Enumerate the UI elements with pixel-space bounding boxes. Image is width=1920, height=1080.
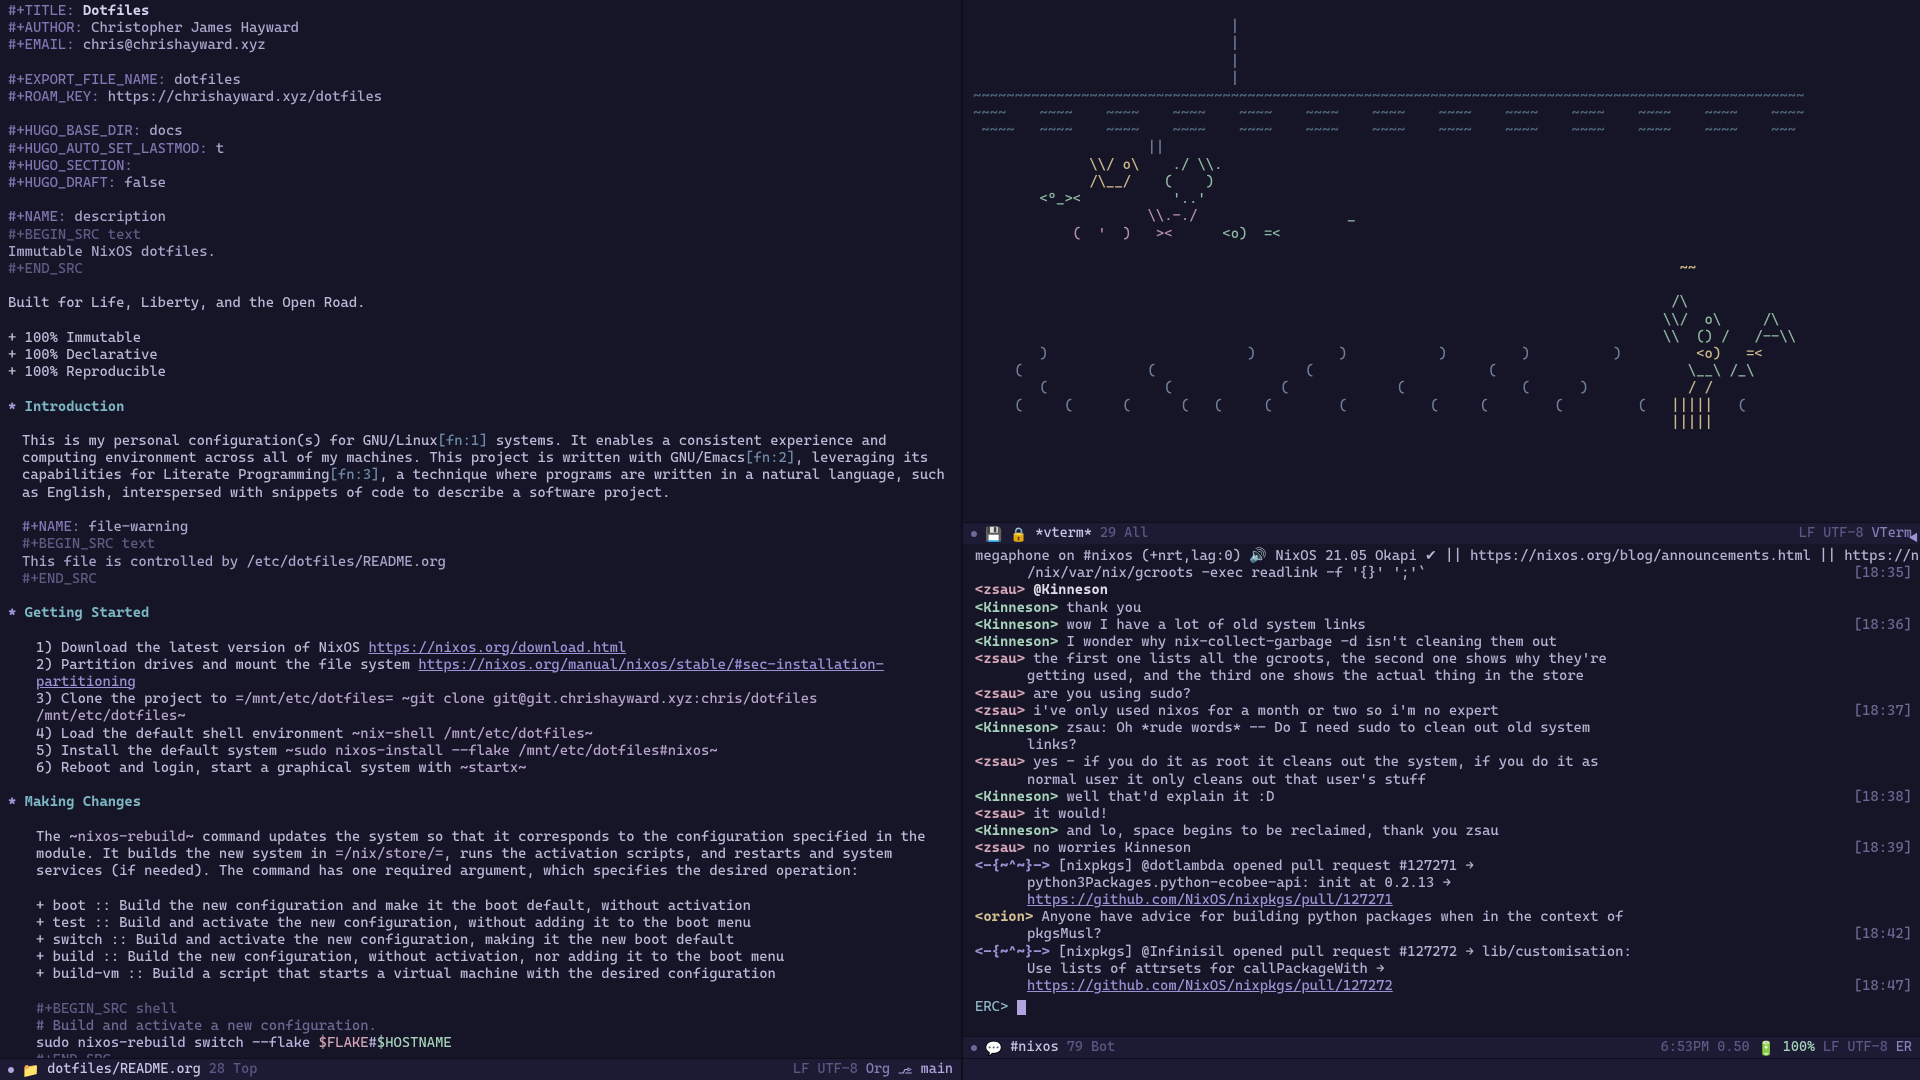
org-title: Dotfiles bbox=[83, 3, 150, 19]
org-keyword: #+TITLE: bbox=[8, 3, 75, 19]
irc-nick: <zsau> bbox=[975, 754, 1025, 770]
irc-pane[interactable]: megaphone on #nixos (+nrt,lag:0) 🔊 NixOS… bbox=[963, 544, 1920, 1036]
irc-nick: <zsau> bbox=[975, 651, 1025, 667]
irc-nick: <Kinneson> bbox=[975, 789, 1058, 805]
terminal-pane[interactable]: | | | | ~~~~~~~~~~~~~~~~~~~~~~~~~~~~~~~~… bbox=[963, 0, 1920, 522]
irc-nick: <zsau> bbox=[975, 840, 1025, 856]
editor-pane-org[interactable]: #+TITLE: Dotfiles #+AUTHOR: Christopher … bbox=[0, 0, 963, 1058]
buffer-status-icon bbox=[971, 1045, 977, 1051]
irc-nick: <Kinneson> bbox=[975, 823, 1058, 839]
irc-nick: <-{~^~}-> bbox=[975, 858, 1050, 874]
irc-prompt: ERC> bbox=[975, 999, 1017, 1015]
chat-icon: 💬 bbox=[985, 1039, 1002, 1056]
link-nixos-download[interactable]: https://nixos.org/download.html bbox=[369, 640, 627, 656]
cursor-icon[interactable] bbox=[1017, 1000, 1026, 1015]
save-icon: 💾 bbox=[985, 525, 1002, 542]
irc-nick: <Kinneson> bbox=[975, 617, 1058, 633]
heading-getting-started: Getting Started bbox=[25, 605, 150, 621]
irc-nick: <orion> bbox=[975, 909, 1033, 925]
irc-nick: <zsau> bbox=[975, 703, 1025, 719]
irc-nick: <Kinneson> bbox=[975, 720, 1058, 736]
modeline-vterm: 💾 🔒 *vterm* 29 All LF UTF-8 VTerm bbox=[963, 522, 1920, 544]
irc-nick: <Kinneson> bbox=[975, 634, 1058, 650]
folder-icon: 📁 bbox=[22, 1061, 39, 1078]
irc-link[interactable]: https://github.com/NixOS/nixpkgs/pull/12… bbox=[1027, 892, 1393, 908]
modeline-org: 📁 dotfiles/README.org 28 Top LF UTF-8 Or… bbox=[0, 1058, 963, 1080]
irc-nick: <Kinneson> bbox=[975, 600, 1058, 616]
buffer-status-icon bbox=[8, 1067, 14, 1073]
heading-making-changes: Making Changes bbox=[25, 794, 141, 810]
modeline-irc: 💬 #nixos 79 Bot 6:53PM 0.50 🔋 100% LF UT… bbox=[963, 1036, 1920, 1058]
irc-link[interactable]: https://github.com/NixOS/nixpkgs/pull/12… bbox=[1027, 978, 1393, 994]
git-branch-icon: ⎇ bbox=[898, 1061, 913, 1078]
irc-nick: <zsau> bbox=[975, 582, 1025, 598]
minibuffer[interactable] bbox=[963, 1058, 1920, 1080]
buffer-status-icon bbox=[971, 531, 977, 537]
battery-icon: 🔋 bbox=[1758, 1039, 1775, 1056]
irc-nick: <zsau> bbox=[975, 686, 1025, 702]
heading-introduction: Introduction bbox=[25, 399, 125, 415]
lock-icon: 🔒 bbox=[1010, 525, 1027, 542]
irc-nick: <zsau> bbox=[975, 806, 1025, 822]
irc-nick: <-{~^~}-> bbox=[975, 944, 1050, 960]
